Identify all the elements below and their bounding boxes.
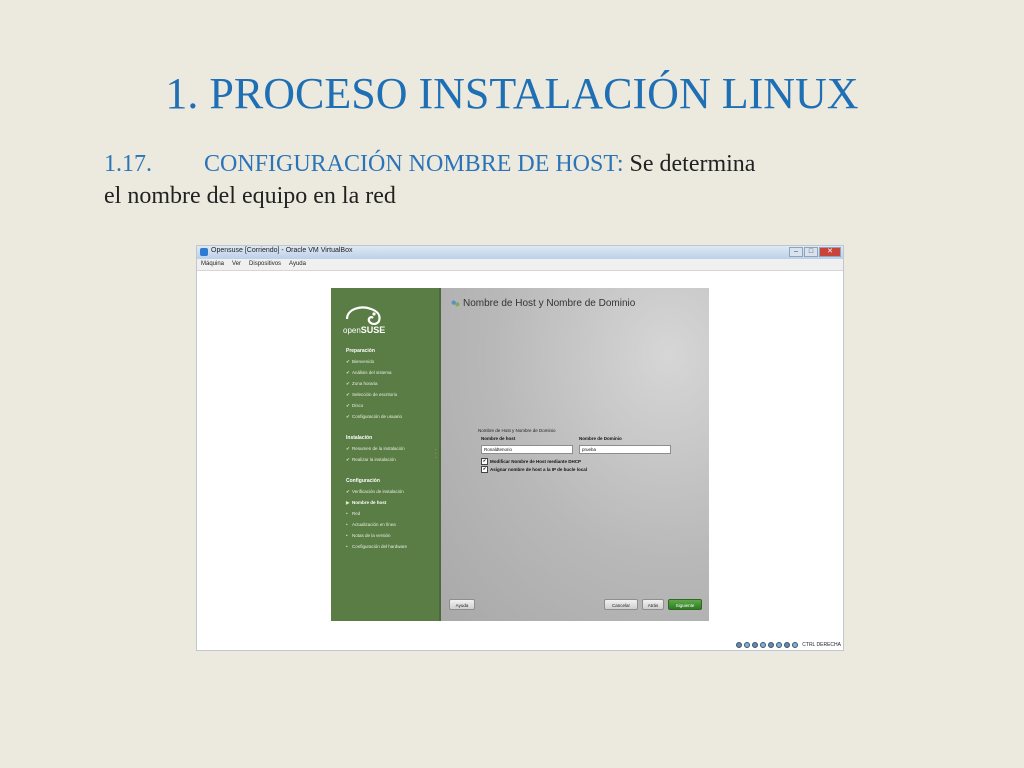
next-button[interactable]: Siguiente bbox=[668, 599, 702, 610]
step-realizar: ✔ Realizar la instalación bbox=[346, 457, 396, 462]
dhcp-checkbox[interactable]: ✔ Modificar Nombre de Host mediante DHCP bbox=[481, 458, 581, 465]
group-label: Nombre de Host y Nombre de Dominio bbox=[478, 428, 556, 433]
step-actualizacion: • Actualización en línea bbox=[346, 522, 396, 527]
mouse-integration-icon[interactable] bbox=[784, 642, 791, 648]
step-bienvenido: ✔ Bienvenido bbox=[346, 359, 375, 364]
menubar: Máquina Ver Dispositivos Ayuda bbox=[197, 259, 843, 271]
step-zona-horaria: ✔ Zona horaria bbox=[346, 381, 378, 386]
step-notas: • Notas de la versión bbox=[346, 533, 391, 538]
close-button[interactable]: ✕ bbox=[819, 247, 841, 257]
hostname-input[interactable]: Ronaldtenorio bbox=[481, 445, 573, 454]
section-preparacion: Preparación bbox=[346, 348, 375, 354]
hostname-label: Nombre de host bbox=[481, 436, 516, 441]
svg-text:openSUSE: openSUSE bbox=[343, 325, 385, 335]
section-instalacion: Instalación bbox=[346, 435, 373, 441]
checkbox-checked-icon[interactable]: ✔ bbox=[481, 466, 488, 473]
network-adapter-icon[interactable] bbox=[760, 642, 767, 648]
virtualbox-icon bbox=[200, 248, 208, 256]
guest-screen[interactable]: openSUSE Preparación ✔ Bienvenido ✔ Anális… bbox=[331, 288, 709, 621]
disk-icon[interactable] bbox=[736, 642, 743, 648]
usb-icon[interactable] bbox=[752, 642, 759, 648]
network-icon bbox=[451, 300, 460, 307]
step-usuario: ✔ Configuración de usuario bbox=[346, 414, 403, 419]
domain-input[interactable]: prueba bbox=[579, 445, 671, 454]
subtitle-text-2: el nombre del equipo en la red bbox=[104, 183, 396, 209]
menu-ayuda[interactable]: Ayuda bbox=[289, 259, 306, 270]
step-escritorio: ✔ Selección de escritorio bbox=[346, 392, 398, 397]
subtitle-number: 1.17. bbox=[104, 151, 152, 177]
step-nombre-host: ▶ Nombre de host bbox=[346, 500, 387, 505]
virtualbox-window: Opensuse [Corriendo] - Oracle VM Virtual… bbox=[196, 245, 844, 651]
step-disco: ✔ Disco bbox=[346, 403, 364, 408]
display-icon[interactable] bbox=[776, 642, 783, 648]
menu-dispositivos[interactable]: Dispositivos bbox=[249, 259, 281, 270]
back-button[interactable]: Atrás bbox=[642, 599, 664, 610]
step-verificacion: ✔ Verificación de instalación bbox=[346, 489, 404, 494]
subtitle-text-1: Se determina bbox=[629, 151, 756, 177]
optical-drive-icon[interactable] bbox=[744, 642, 751, 648]
page-title: Nombre de Host y Nombre de Dominio bbox=[451, 298, 635, 309]
step-resumen: ✔ Resumen de la instalación bbox=[346, 446, 405, 451]
shared-folder-icon[interactable] bbox=[768, 642, 775, 648]
opensuse-logo-icon: openSUSE bbox=[343, 306, 385, 335]
window-controls: – □ ✕ bbox=[789, 247, 841, 257]
menu-ver[interactable]: Ver bbox=[232, 259, 241, 270]
cancel-button[interactable]: Cancelar bbox=[604, 599, 638, 610]
minimize-button[interactable]: – bbox=[789, 247, 803, 257]
maximize-button[interactable]: □ bbox=[804, 247, 818, 257]
step-analisis: ✔ Análisis del sistema bbox=[346, 370, 392, 375]
checkbox-checked-icon[interactable]: ✔ bbox=[481, 458, 488, 465]
help-button[interactable]: Ayuda bbox=[449, 599, 475, 610]
slide-subtitle: 1.17. CONFIGURACIÓN NOMBRE DE HOST: Se de… bbox=[104, 148, 904, 212]
window-titlebar[interactable]: Opensuse [Corriendo] - Oracle VM Virtual… bbox=[197, 246, 843, 259]
slide-title: 1. PROCESO INSTALACIÓN LINUX bbox=[165, 69, 859, 118]
domain-label: Nombre de Dominio bbox=[579, 436, 622, 441]
host-key-icon[interactable] bbox=[792, 642, 799, 648]
vm-statusbar: CTRL DERECHA bbox=[736, 642, 841, 648]
window-title: Opensuse [Corriendo] - Oracle VM Virtual… bbox=[211, 247, 353, 254]
step-red: • Red bbox=[346, 511, 361, 516]
splitter-grip-icon[interactable]: · · · bbox=[435, 448, 437, 461]
loopback-checkbox[interactable]: ✔ Asignar nombre de host a la IP de bucl… bbox=[481, 466, 587, 473]
installer-sidebar: openSUSE Preparación ✔ Bienvenido ✔ Anális… bbox=[331, 288, 439, 621]
host-key-label: CTRL DERECHA bbox=[802, 642, 841, 648]
section-configuracion: Configuración bbox=[346, 478, 380, 484]
menu-maquina[interactable]: Máquina bbox=[201, 259, 224, 270]
installer-main: Nombre de Host y Nombre de Dominio Nombr… bbox=[441, 288, 709, 621]
step-hardware: • Configuración del hardware bbox=[346, 544, 408, 549]
subtitle-heading: CONFIGURACIÓN NOMBRE DE HOST: bbox=[204, 151, 624, 177]
